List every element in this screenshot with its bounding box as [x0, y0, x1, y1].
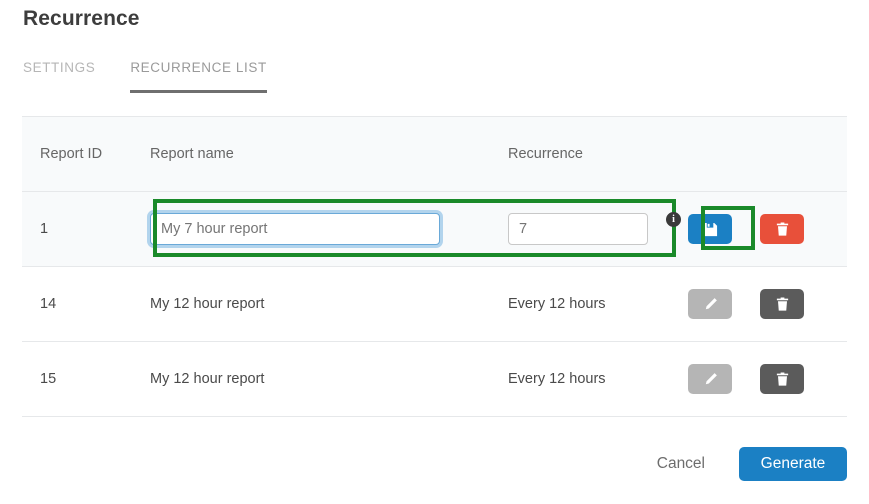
tab-settings[interactable]: SETTINGS — [23, 60, 95, 93]
dialog-footer: Cancel Generate — [641, 447, 847, 481]
cell-report-name: My 12 hour report — [150, 296, 265, 312]
cell-actions — [688, 364, 847, 394]
cell-recurrence: Every 12 hours — [508, 296, 606, 312]
edit-button[interactable] — [688, 289, 732, 319]
delete-button-editing[interactable] — [760, 214, 804, 244]
cell-actions-editing — [688, 214, 847, 244]
column-header-recurrence: Recurrence — [508, 146, 583, 162]
save-floppy-icon — [703, 222, 718, 237]
pencil-icon — [703, 297, 718, 312]
delete-button[interactable] — [760, 364, 804, 394]
cell-report-name: My 12 hour report — [150, 371, 265, 387]
page-title: Recurrence — [23, 7, 140, 30]
table-row: 14 My 12 hour report Every 12 hours — [22, 267, 847, 342]
info-icon[interactable]: i — [666, 212, 681, 227]
recurrence-hours-input[interactable] — [508, 213, 648, 245]
cell-actions — [688, 289, 847, 319]
cell-recurrence-editor — [508, 213, 688, 245]
cell-report-name-editor — [150, 213, 508, 245]
report-name-input[interactable] — [150, 213, 440, 245]
delete-button[interactable] — [760, 289, 804, 319]
trash-icon — [775, 221, 790, 237]
trash-icon — [775, 296, 790, 312]
table-row: 15 My 12 hour report Every 12 hours — [22, 342, 847, 417]
table-header-row: Report ID Report name Recurrence — [22, 117, 847, 192]
tab-recurrence-list[interactable]: RECURRENCE LIST — [130, 60, 267, 93]
tab-bar: SETTINGS RECURRENCE LIST — [23, 60, 302, 93]
cell-report-id: 1 — [40, 221, 49, 237]
column-header-report-name: Report name — [150, 146, 234, 162]
save-button[interactable] — [688, 214, 732, 244]
edit-button[interactable] — [688, 364, 732, 394]
trash-icon — [775, 371, 790, 387]
cancel-button[interactable]: Cancel — [641, 455, 721, 473]
cell-recurrence: Every 12 hours — [508, 371, 606, 387]
cell-report-id: 14 — [40, 296, 57, 312]
cell-report-id: 15 — [40, 371, 57, 387]
recurrence-table: Report ID Report name Recurrence 1 My 7 … — [22, 116, 847, 417]
generate-button[interactable]: Generate — [739, 447, 847, 481]
pencil-icon — [703, 372, 718, 387]
column-header-report-id: Report ID — [40, 146, 103, 162]
table-row-editing: 1 — [22, 192, 847, 267]
